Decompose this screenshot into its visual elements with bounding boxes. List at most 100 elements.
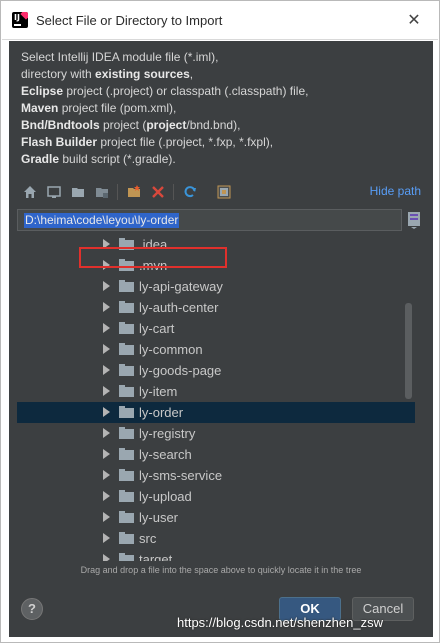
hide-path-link[interactable]: Hide path [370, 184, 421, 198]
folder-icon [119, 259, 134, 271]
folder-icon [119, 301, 134, 313]
watermark: https://blog.csdn.net/shenzhen_zsw [177, 615, 383, 630]
folder-icon [119, 238, 134, 250]
expand-arrow-icon[interactable] [103, 407, 110, 417]
tree-row[interactable]: ly-search [17, 444, 415, 465]
module-folder-icon[interactable] [93, 183, 111, 201]
expand-arrow-icon[interactable] [103, 365, 110, 375]
tree-row[interactable]: ly-sms-service [17, 465, 415, 486]
desktop-icon[interactable] [45, 183, 63, 201]
folder-icon [119, 448, 134, 460]
tree-scrollbar[interactable] [405, 303, 412, 399]
tree-row[interactable]: ly-goods-page [17, 360, 415, 381]
expand-arrow-icon[interactable] [103, 449, 110, 459]
tree-row[interactable]: ly-upload [17, 486, 415, 507]
folder-icon [119, 553, 134, 561]
tree-row-label: ly-order [139, 405, 184, 420]
folder-icon [119, 343, 134, 355]
desc-line4-text: project file (pom.xml), [58, 101, 177, 115]
desc-line2-text: directory with [21, 67, 96, 81]
expand-arrow-icon[interactable] [103, 239, 110, 249]
folder-icon [119, 469, 134, 481]
expand-arrow-icon[interactable] [103, 533, 110, 543]
new-folder-icon[interactable] [125, 183, 143, 201]
desc-line3-text: project (.project) or classpath (.classp… [63, 84, 309, 98]
directory-tree[interactable]: .idea .mvn ly-api-gateway ly-auth-center ly-… [17, 231, 415, 561]
refresh-icon[interactable] [181, 183, 199, 201]
tree-row[interactable]: ly-user [17, 507, 415, 528]
tree-row[interactable]: src [17, 528, 415, 549]
tree-row-label: ly-sms-service [139, 468, 223, 483]
desc-line5-text: project ( [99, 118, 147, 132]
tree-row-label: .mvn [139, 258, 168, 273]
tree-row[interactable]: ly-api-gateway [17, 276, 415, 297]
description: Select Intellij IDEA module file (*.iml)… [21, 49, 421, 168]
tree-row-label: ly-goods-page [139, 363, 222, 378]
tree-row-label: ly-common [139, 342, 203, 357]
show-hidden-icon[interactable] [215, 183, 233, 201]
tree-row[interactable]: ly-common [17, 339, 415, 360]
desc-eclipse: Eclipse [21, 84, 64, 98]
folder-icon [119, 364, 134, 376]
desc-flash-builder: Flash Builder [21, 135, 98, 149]
folder-icon [119, 511, 134, 523]
tree-row-label: ly-api-gateway [139, 279, 223, 294]
window-title: Select File or Directory to Import [36, 13, 223, 28]
expand-arrow-icon[interactable] [103, 260, 110, 270]
path-history-icon[interactable] [405, 210, 423, 230]
desc-maven: Maven [21, 101, 59, 115]
desc-line5-end: /bnd.bnd), [186, 118, 241, 132]
dialog-body: Select Intellij IDEA module file (*.iml)… [9, 41, 433, 637]
file-chooser-toolbar: Hide path [19, 181, 423, 203]
tree-row[interactable]: ly-auth-center [17, 297, 415, 318]
intellij-icon: IJ [12, 12, 28, 28]
expand-arrow-icon[interactable] [103, 512, 110, 522]
path-input[interactable]: D:\heima\code\leyou\ly-order [17, 209, 402, 231]
project-folder-icon[interactable] [69, 183, 87, 201]
tree-row[interactable]: .mvn [17, 255, 415, 276]
folder-icon [119, 532, 134, 544]
drag-drop-hint: Drag and drop a file into the space abov… [80, 565, 362, 575]
tree-row-label: ly-registry [139, 426, 196, 441]
desc-gradle: Gradle [21, 152, 60, 166]
tree-row-label: ly-item [139, 384, 178, 399]
tree-row-label: src [139, 531, 157, 546]
close-icon[interactable]: ✕ [404, 10, 424, 30]
home-icon[interactable] [21, 183, 39, 201]
tree-row[interactable]: ly-registry [17, 423, 415, 444]
desc-line2-bold: existing sources [95, 67, 190, 81]
desc-line2-end: , [189, 67, 194, 81]
expand-arrow-icon[interactable] [103, 302, 110, 312]
tree-row[interactable]: .idea [17, 234, 415, 255]
path-value: D:\heima\code\leyou\ly-order [24, 213, 180, 228]
expand-arrow-icon[interactable] [103, 344, 110, 354]
tree-row[interactable]: ly-order [17, 402, 415, 423]
expand-arrow-icon[interactable] [103, 281, 110, 291]
tree-row-label: ly-auth-center [139, 300, 219, 315]
help-button[interactable]: ? [21, 598, 43, 620]
desc-line1: Select Intellij IDEA module file (*.iml)… [21, 50, 219, 64]
delete-icon[interactable] [149, 183, 167, 201]
folder-icon [119, 427, 134, 439]
expand-arrow-icon[interactable] [103, 323, 110, 333]
tree-row-label: ly-user [139, 510, 179, 525]
expand-arrow-icon[interactable] [103, 554, 110, 561]
folder-icon [119, 490, 134, 502]
folder-icon [119, 385, 134, 397]
tree-row[interactable]: ly-cart [17, 318, 415, 339]
folder-icon [119, 322, 134, 334]
desc-line6-text: project file (.project, *.fxp, *.fxpl), [97, 135, 274, 149]
tree-row-label: ly-cart [139, 321, 175, 336]
tree-row-label: ly-upload [139, 489, 192, 504]
expand-arrow-icon[interactable] [103, 428, 110, 438]
tree-row-label: target [139, 552, 173, 561]
expand-arrow-icon[interactable] [103, 386, 110, 396]
tree-row[interactable]: ly-item [17, 381, 415, 402]
import-dialog: IJ Select File or Directory to Import ✕ … [0, 0, 440, 643]
desc-line5-bold: project [146, 118, 187, 132]
tree-row[interactable]: target [17, 549, 415, 561]
expand-arrow-icon[interactable] [103, 470, 110, 480]
tree-row-label: ly-search [139, 447, 192, 462]
desc-bnd: Bnd/Bndtools [21, 118, 100, 132]
expand-arrow-icon[interactable] [103, 491, 110, 501]
